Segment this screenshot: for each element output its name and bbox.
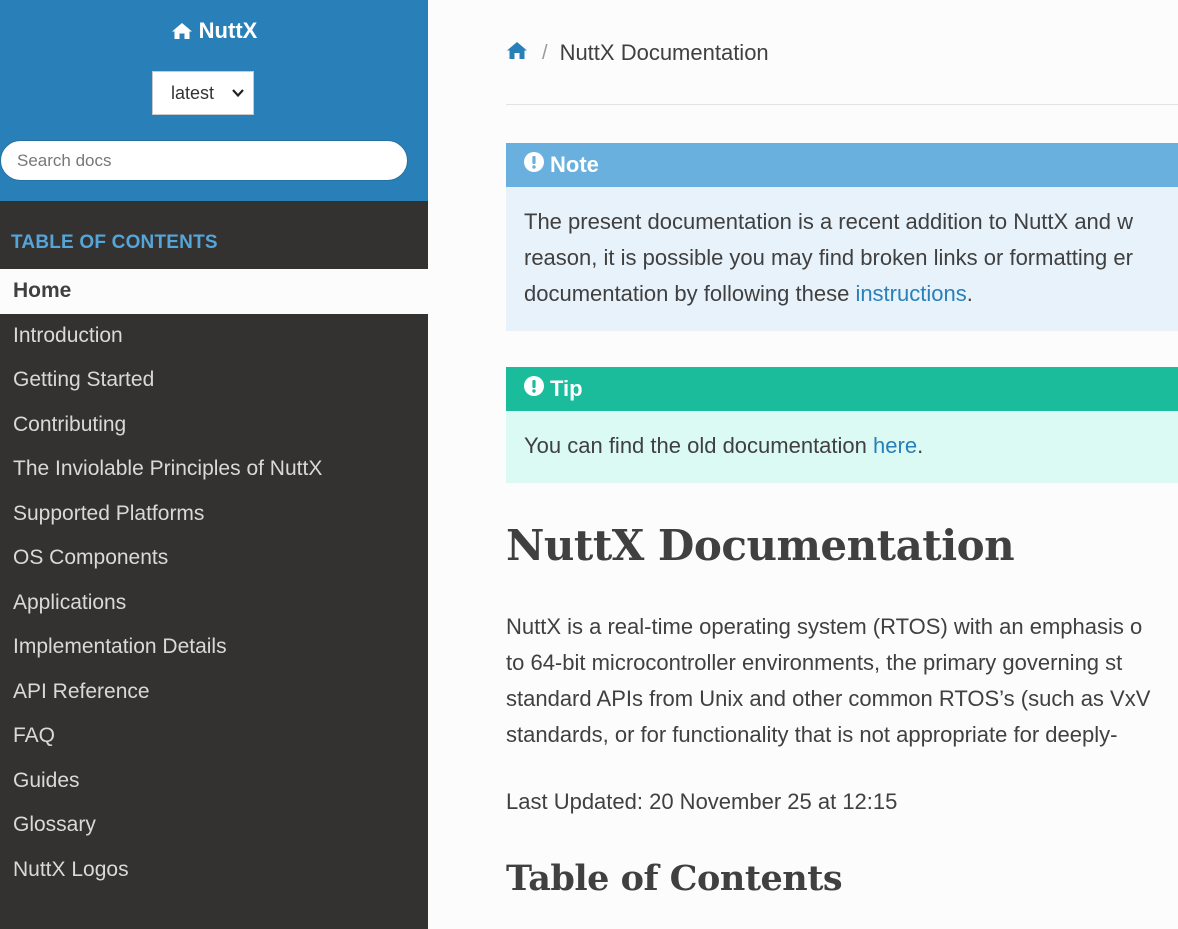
intro-paragraph: NuttX is a real-time operating system (R… [506, 609, 1178, 753]
sidebar-item-getting-started[interactable]: Getting Started [0, 358, 428, 403]
sidebar-item-os-components[interactable]: OS Components [0, 536, 428, 581]
tip-text: You can find the old documentation [524, 433, 874, 458]
sidebar-item-implementation-details[interactable]: Implementation Details [0, 625, 428, 670]
search-input[interactable] [0, 140, 408, 181]
toc-caption: TABLE OF CONTENTS [11, 232, 218, 253]
version-selected: latest [171, 82, 215, 103]
note-text: . [966, 281, 973, 306]
tip-title-bar: Tip [506, 367, 1178, 411]
last-updated: Last Updated: 20 November 25 at 12:15 [506, 789, 898, 814]
sidebar-header: NuttX latest [0, 0, 428, 201]
note-text: documentation by following these [524, 281, 856, 306]
note-line: The present documentation is a recent ad… [524, 209, 1134, 234]
intro-line: NuttX is a real-time operating system (R… [506, 614, 1143, 639]
tip-body: You can find the old documentation here. [506, 411, 1178, 483]
tip-admonition: Tip You can find the old documentation h… [506, 367, 1178, 483]
intro-line: to 64-bit microcontroller environments, … [506, 650, 1123, 675]
home-icon [171, 18, 199, 43]
sidebar-item-guides[interactable]: Guides [0, 759, 428, 804]
sidebar-item-supported-platforms[interactable]: Supported Platforms [0, 492, 428, 537]
intro-line: standard APIs from Unix and other common… [506, 686, 1151, 711]
note-title: Note [550, 152, 599, 177]
sidebar-item-applications[interactable]: Applications [0, 581, 428, 626]
sidebar-item-home[interactable]: Home [0, 269, 428, 314]
note-line: documentation by following these instruc… [524, 276, 1178, 312]
sidebar-item-glossary[interactable]: Glossary [0, 803, 428, 848]
brand-title: NuttX [198, 18, 258, 43]
tip-text: . [917, 433, 924, 458]
note-admonition: Note The present documentation is a rece… [506, 143, 1178, 331]
intro-line: standards, or for functionality that is … [506, 722, 1118, 747]
breadcrumb-current: NuttX Documentation [559, 40, 769, 65]
note-body: The present documentation is a recent ad… [506, 187, 1178, 331]
toc-heading: Table of Contents [506, 858, 843, 899]
sidebar-item-faq[interactable]: FAQ [0, 714, 428, 759]
sidebar: NuttX latest TABLE OF CONTENTS Home Intr… [0, 0, 428, 929]
sidebar-item-contributing[interactable]: Contributing [0, 403, 428, 448]
nav-list: Home Introduction Getting Started Contri… [0, 269, 428, 892]
page-title: NuttX Documentation [506, 521, 1015, 570]
home-icon[interactable] [506, 40, 528, 66]
version-select[interactable]: latest [152, 71, 254, 115]
note-line: reason, it is possible you may find brok… [524, 245, 1133, 270]
sidebar-item-inviolable-principles[interactable]: The Inviolable Principles of NuttX [0, 447, 428, 492]
divider [506, 104, 1178, 105]
tip-title: Tip [550, 376, 583, 401]
note-title-bar: Note [506, 143, 1178, 187]
breadcrumb: / NuttX Documentation [506, 40, 769, 66]
brand-link[interactable]: NuttX [0, 18, 428, 44]
chevron-down-icon [231, 85, 245, 106]
exclamation-circle-icon [524, 152, 550, 178]
sidebar-item-api-reference[interactable]: API Reference [0, 670, 428, 715]
exclamation-circle-icon [524, 376, 550, 402]
here-link[interactable]: here [873, 433, 917, 458]
sidebar-item-introduction[interactable]: Introduction [0, 314, 428, 359]
breadcrumb-separator: / [542, 41, 548, 64]
sidebar-item-nuttx-logos[interactable]: NuttX Logos [0, 848, 428, 893]
instructions-link[interactable]: instructions [855, 281, 966, 306]
